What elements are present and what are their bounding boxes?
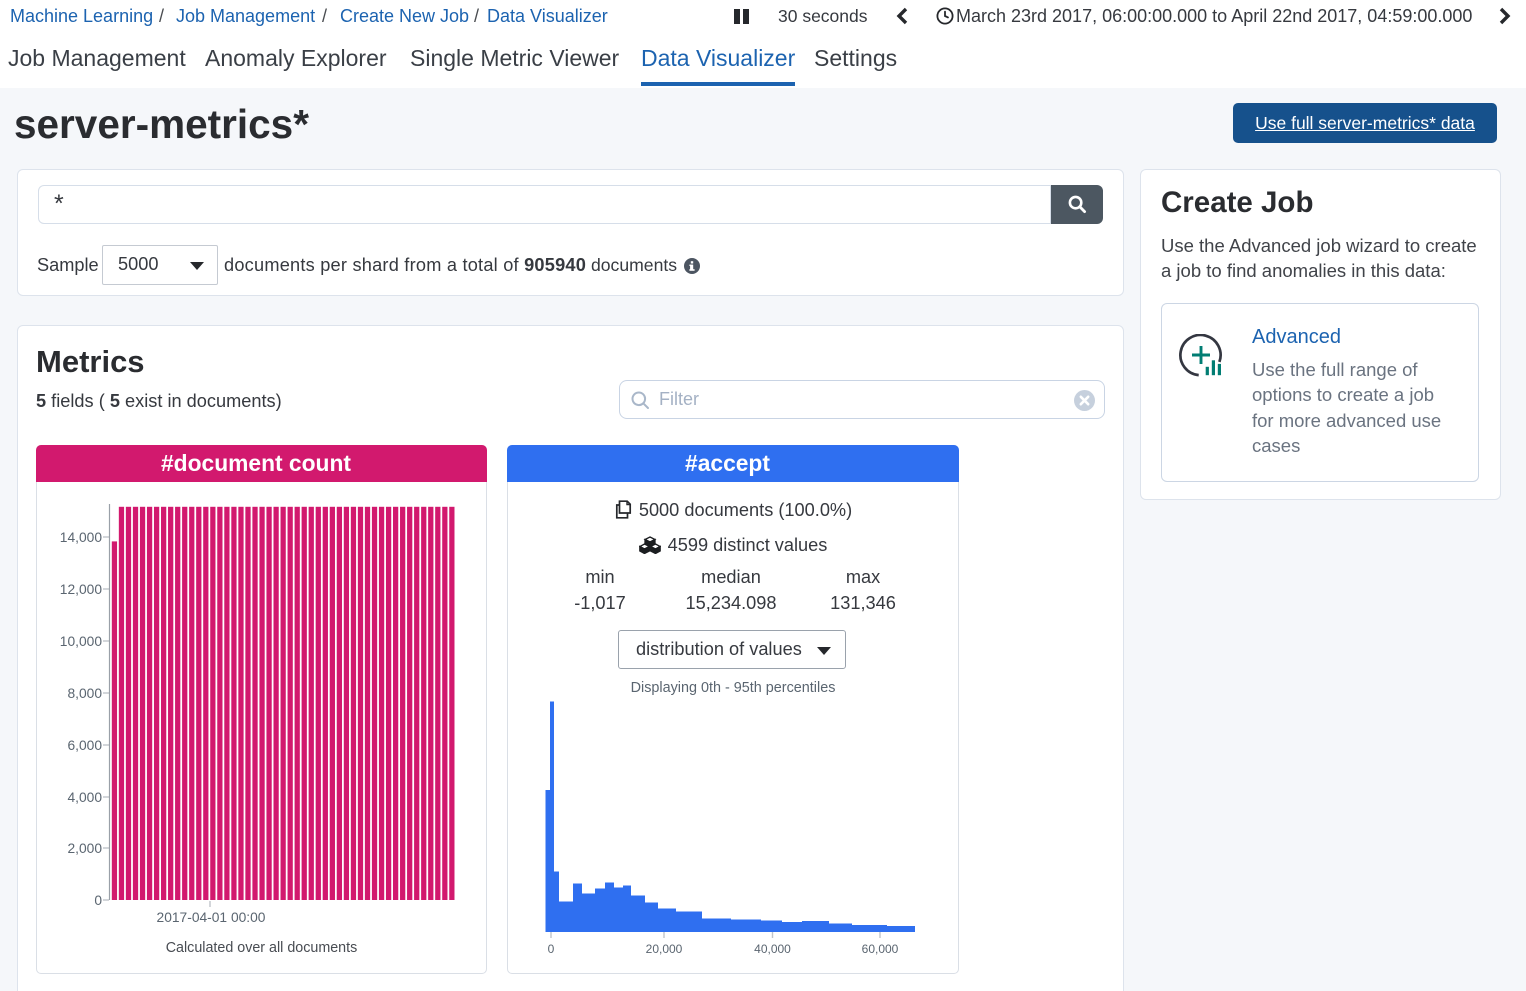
svg-text:40,000: 40,000 bbox=[754, 942, 791, 956]
svg-text:12,000: 12,000 bbox=[60, 582, 103, 597]
svg-text:0: 0 bbox=[548, 942, 555, 956]
svg-text:4,000: 4,000 bbox=[67, 790, 102, 805]
svg-text:6,000: 6,000 bbox=[67, 738, 102, 753]
svg-text:8,000: 8,000 bbox=[67, 686, 102, 701]
svg-text:2,000: 2,000 bbox=[67, 841, 102, 856]
svg-text:60,000: 60,000 bbox=[862, 942, 899, 956]
svg-text:10,000: 10,000 bbox=[60, 634, 103, 649]
svg-text:0: 0 bbox=[94, 893, 102, 908]
svg-text:20,000: 20,000 bbox=[646, 942, 683, 956]
svg-text:2017-04-01 00:00: 2017-04-01 00:00 bbox=[157, 910, 266, 925]
svg-text:14,000: 14,000 bbox=[60, 530, 103, 545]
